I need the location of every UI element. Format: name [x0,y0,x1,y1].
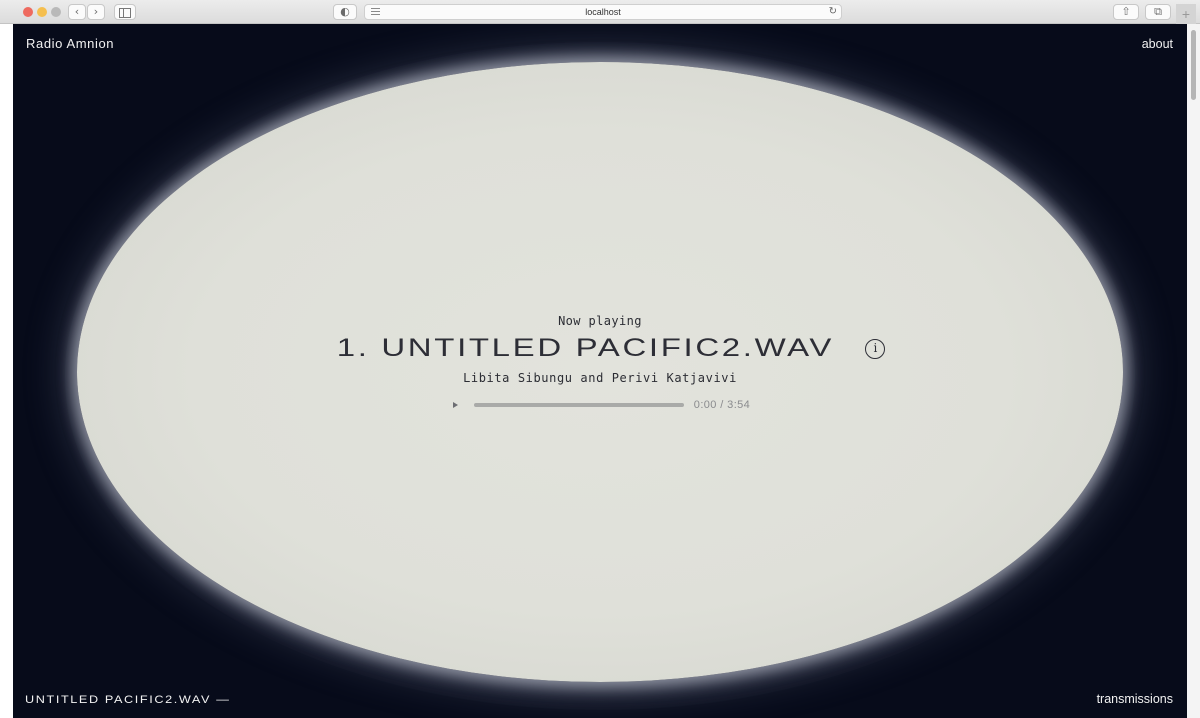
tabs-icon: ⧉ [1154,5,1162,18]
progress-bar[interactable] [473,403,684,407]
zoom-window-button[interactable] [51,7,61,17]
share-icon: ⇧ [1121,5,1131,18]
browser-toolbar: ‹ › ◐ localhost ↻ ⇧ ⧉ + [0,0,1200,24]
audio-player: 0:00 / 3:54 [13,399,1187,411]
forward-button[interactable]: › [87,4,105,20]
footer-now-playing: UNTITLED PACIFIC2.WAV — [25,694,231,706]
sidebar-icon [119,8,131,18]
share-button[interactable]: ⇧ [1113,4,1139,20]
sidebar-toggle-button[interactable] [114,4,136,20]
now-playing-panel: Now playing 1. UNTITLED PACIFIC2.WAV i L… [13,314,1187,411]
close-window-button[interactable] [23,7,33,17]
track-artists: Libita Sibungu and Perivi Katjavivi [463,371,737,385]
chevron-left-icon: ‹ [74,5,80,18]
half-circle-icon: ◐ [340,5,350,18]
reload-icon[interactable]: ↻ [829,5,837,19]
scrollbar-thumb[interactable] [1191,30,1196,100]
site-brand-link[interactable]: Radio Amnion [26,36,114,51]
track-title-row: 1. UNTITLED PACIFIC2.WAV i [13,334,1187,363]
time-display: 0:00 / 3:54 [693,399,751,411]
info-icon[interactable]: i [865,338,886,359]
page-canvas: Radio Amnion about Now playing 1. UNTITL… [13,24,1187,718]
address-bar[interactable]: localhost ↻ [364,4,842,20]
page-scrollbar[interactable] [1187,24,1200,718]
now-playing-label: Now playing [558,314,642,328]
tab-overview-button[interactable]: ⧉ [1145,4,1171,20]
track-title: 1. UNTITLED PACIFIC2.WAV [336,334,834,362]
play-button[interactable] [450,399,462,411]
transmissions-link[interactable]: transmissions [1097,692,1173,706]
new-tab-button[interactable]: + [1176,4,1196,24]
minimize-window-button[interactable] [37,7,47,17]
privacy-button[interactable]: ◐ [333,4,357,20]
back-button[interactable]: ‹ [68,4,86,20]
chevron-right-icon: › [93,5,99,18]
url-text: localhost [585,7,621,17]
about-link[interactable]: about [1142,37,1173,51]
